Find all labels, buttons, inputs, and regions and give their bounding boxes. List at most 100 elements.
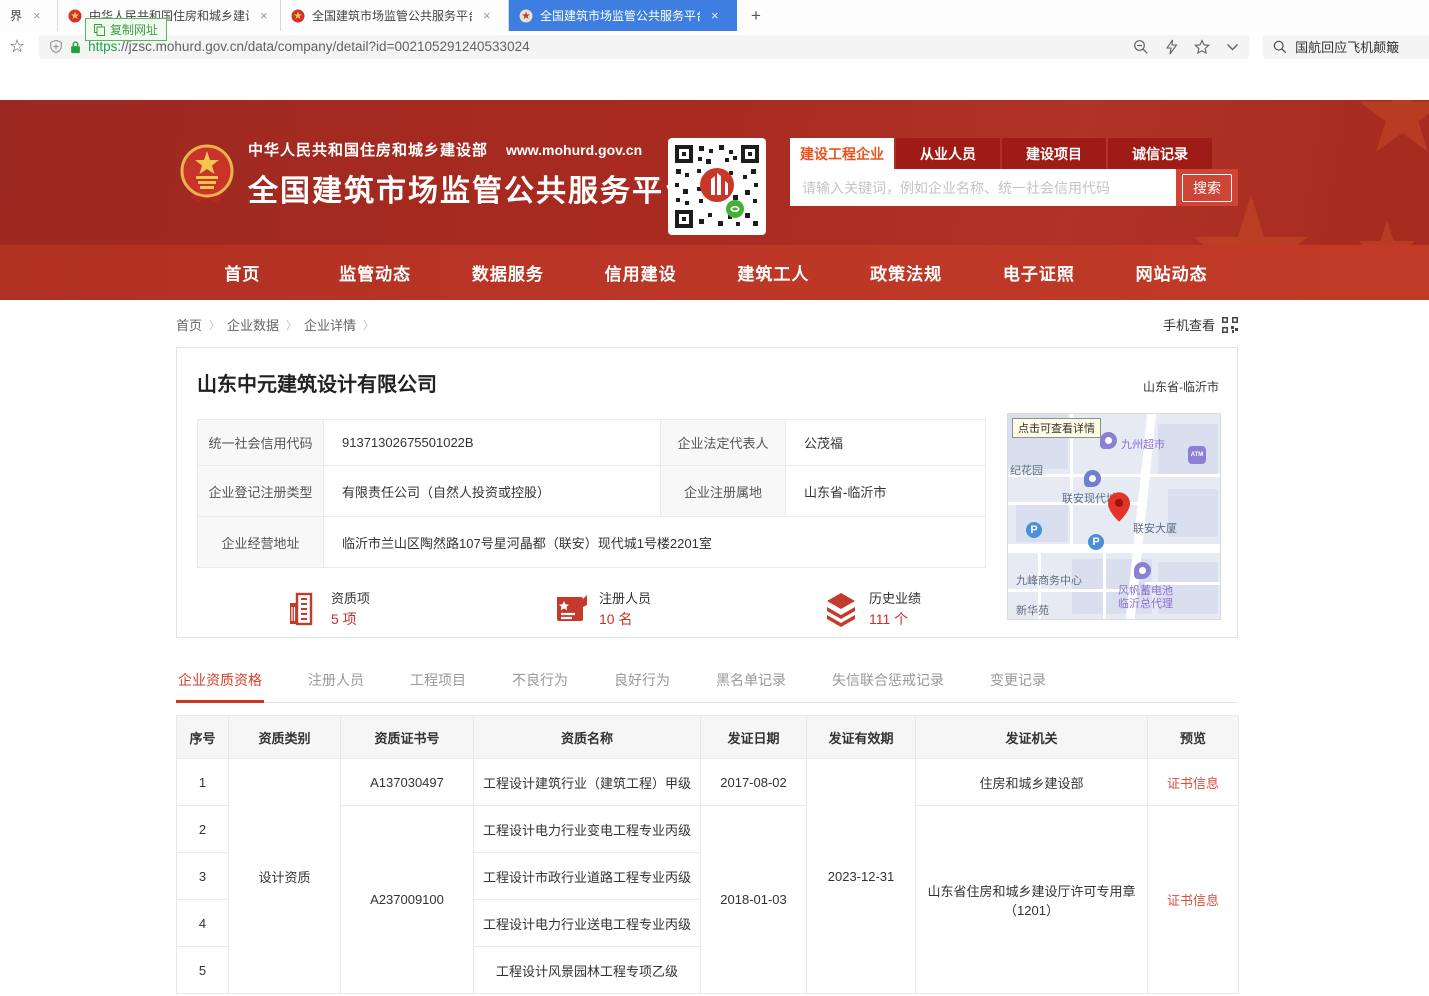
- col-name: 资质名称: [474, 716, 701, 759]
- tab-blacklist[interactable]: 黑名单记录: [714, 662, 788, 702]
- tab-bad-behavior[interactable]: 不良行为: [510, 662, 570, 702]
- cell-name: 工程设计电力行业送电工程专业丙级: [474, 900, 701, 947]
- ministry-name: 中华人民共和国住房和城乡建设部: [248, 142, 488, 159]
- search-tab-project[interactable]: 建设项目: [1002, 138, 1106, 169]
- breadcrumb-separator: 〉: [363, 317, 374, 333]
- qualification-table: 序号 资质类别 资质证书号 资质名称 发证日期 发证有效期 发证机关 预览 1 …: [176, 715, 1239, 994]
- brand-text: 中华人民共和国住房和城乡建设部www.mohurd.gov.cn 全国建筑市场监…: [248, 139, 696, 210]
- breadcrumb-separator: 〉: [286, 317, 297, 333]
- tab-good-behavior[interactable]: 良好行为: [612, 662, 672, 702]
- table-row: 统一社会信用代码 91371302675501022B 企业法定代表人 公茂福: [198, 420, 986, 466]
- browser-tab-3[interactable]: 全国建筑市场监管公共服务平台 ×: [281, 0, 509, 31]
- tab-projects[interactable]: 工程项目: [408, 662, 468, 702]
- site-nav: 首页 监管动态 数据服务 信用建设 建筑工人 政策法规 电子证照 网站动态: [0, 245, 1429, 300]
- breadcrumb: 首页 〉 企业数据 〉 企业详情 〉 手机查看: [176, 315, 1238, 334]
- qr-code: [668, 138, 766, 235]
- nav-e-license[interactable]: 电子证照: [973, 245, 1106, 300]
- bookmark-star-icon[interactable]: ☆: [9, 36, 25, 57]
- stat-label: 注册人员: [599, 588, 651, 607]
- url-text[interactable]: https://jzsc.mohurd.gov.cn/data/company/…: [88, 39, 1126, 54]
- layers-icon: [823, 591, 859, 627]
- zoom-out-icon[interactable]: [1133, 39, 1149, 55]
- quick-search-box[interactable]: 国航回应飞机颠簸: [1263, 35, 1429, 59]
- copy-url-label: 复制网址: [110, 21, 158, 38]
- company-card: 山东中元建筑设计有限公司 山东省-临沂市 统一社会信用代码 9137130267…: [176, 347, 1238, 638]
- authority-line1: 山东省住房和城乡建设厅许可专用章: [922, 881, 1141, 900]
- nav-site-news[interactable]: 网站动态: [1105, 245, 1238, 300]
- tab-close-icon[interactable]: ×: [260, 8, 268, 23]
- tab-close-icon[interactable]: ×: [711, 8, 719, 23]
- tab-qualifications[interactable]: 企业资质资格: [176, 662, 264, 702]
- browser-tab-1[interactable]: 界 ×: [0, 0, 58, 31]
- search-button[interactable]: 搜索: [1176, 169, 1238, 206]
- copy-url-tooltip[interactable]: 复制网址: [85, 18, 167, 41]
- reg-region-label: 企业注册属地: [661, 466, 786, 517]
- table-row: 企业登记注册类型 有限责任公司（自然人投资或控股） 企业注册属地 山东省-临沂市: [198, 466, 986, 517]
- favorite-star-icon[interactable]: [1194, 39, 1210, 55]
- breadcrumb-enterprise-detail[interactable]: 企业详情: [304, 315, 356, 334]
- nav-data-service[interactable]: 数据服务: [442, 245, 575, 300]
- platform-title: 全国建筑市场监管公共服务平台: [248, 166, 696, 210]
- authority-line2: （1201）: [922, 900, 1141, 919]
- company-name: 山东中元建筑设计有限公司: [197, 368, 437, 397]
- certificate-info-link[interactable]: 证书信息: [1167, 893, 1219, 908]
- emblem-favicon-icon: [68, 9, 82, 23]
- company-region: 山东省-临沂市: [1143, 378, 1219, 395]
- lock-icon[interactable]: [70, 40, 81, 54]
- map-label-battery-2: 临沂总代理: [1118, 595, 1173, 611]
- nav-credit[interactable]: 信用建设: [574, 245, 707, 300]
- nav-policy[interactable]: 政策法规: [840, 245, 973, 300]
- stat-qualifications: 资质项 5 项: [285, 588, 553, 629]
- breadcrumb-home[interactable]: 首页: [176, 315, 202, 334]
- search-tab-credit[interactable]: 诚信记录: [1108, 138, 1212, 169]
- breadcrumb-enterprise-data[interactable]: 企业数据: [227, 315, 279, 334]
- stat-label: 历史业绩: [869, 588, 921, 607]
- address-bar[interactable]: https://jzsc.mohurd.gov.cn/data/company/…: [39, 35, 1249, 59]
- parking-icon: P: [1088, 534, 1104, 550]
- tab-close-icon[interactable]: ×: [33, 8, 41, 23]
- url-row: ☆ https://jzsc.mohurd.gov.cn/data/compan…: [0, 31, 1429, 62]
- url-scheme: https: [88, 39, 117, 54]
- flash-icon[interactable]: [1165, 39, 1178, 55]
- certificate-info-link[interactable]: 证书信息: [1167, 776, 1219, 791]
- search-input[interactable]: [790, 169, 1176, 206]
- site-brand[interactable]: 中华人民共和国住房和城乡建设部www.mohurd.gov.cn 全国建筑市场监…: [180, 138, 696, 210]
- table-row: 1 设计资质 A137030497 工程设计建筑行业（建筑工程）甲级 2017-…: [177, 759, 1239, 806]
- nav-home[interactable]: 首页: [176, 245, 309, 300]
- mobile-view-label: 手机查看: [1163, 315, 1215, 334]
- nav-supervision[interactable]: 监管动态: [309, 245, 442, 300]
- mobile-view[interactable]: 手机查看: [1163, 315, 1238, 334]
- cell-authority: 住房和城乡建设部: [916, 759, 1148, 806]
- reg-type-value: 有限责任公司（自然人投资或控股）: [324, 466, 661, 517]
- col-no: 序号: [177, 716, 229, 759]
- new-tab-button[interactable]: +: [737, 0, 775, 31]
- col-issue-date: 发证日期: [701, 716, 807, 759]
- cell-issue-date: 2017-08-02: [701, 759, 807, 806]
- search-tab-personnel[interactable]: 从业人员: [896, 138, 1000, 169]
- qr-small-icon: [1222, 317, 1238, 333]
- stat-value: 5 项: [331, 609, 370, 629]
- chevron-down-icon[interactable]: [1226, 43, 1239, 51]
- tab-registered-personnel[interactable]: 注册人员: [306, 662, 366, 702]
- location-map[interactable]: 点击可查看详情 九州超市 ATM 纪花园 联安现代城 联安大厦 P P 九峰商务…: [1007, 413, 1221, 620]
- tab-change-records[interactable]: 变更记录: [988, 662, 1048, 702]
- breadcrumb-separator: 〉: [209, 317, 220, 333]
- emblem-favicon-icon: [291, 9, 305, 23]
- cell-preview: 证书信息: [1148, 759, 1239, 806]
- tab-close-icon[interactable]: ×: [483, 8, 491, 23]
- search-tab-enterprise[interactable]: 建设工程企业: [790, 138, 894, 169]
- tab-dishonesty-records[interactable]: 失信联合惩戒记录: [830, 662, 946, 702]
- atm-poi-icon: ATM: [1188, 446, 1206, 464]
- browser-tab-active[interactable]: 全国建筑市场监管公共服务平台 ×: [509, 0, 737, 31]
- nav-workers[interactable]: 建筑工人: [707, 245, 840, 300]
- map-pin-icon: [1108, 492, 1130, 522]
- flag-star-decoration: [1357, 100, 1429, 160]
- stat-value: 111 个: [869, 609, 921, 629]
- parking-icon: P: [1026, 522, 1042, 538]
- cell-no: 5: [177, 947, 229, 994]
- col-authority: 发证机关: [916, 716, 1148, 759]
- stat-label: 资质项: [331, 588, 370, 607]
- battery-poi-icon: [1134, 562, 1151, 579]
- building-icon: [285, 591, 321, 627]
- shield-icon[interactable]: [49, 39, 63, 54]
